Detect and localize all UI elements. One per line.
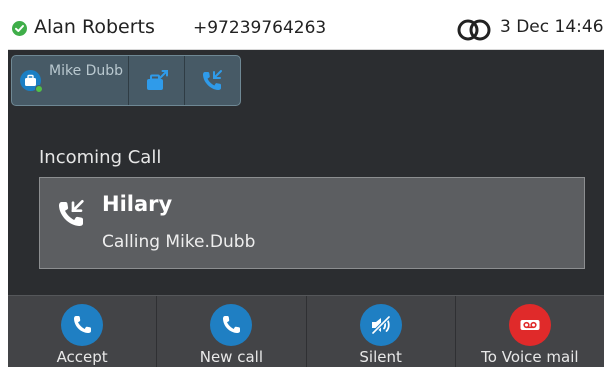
date-time: 3 Dec 14:46 — [500, 17, 604, 37]
rings-icon — [456, 19, 494, 45]
to-voice-mail-label: To Voice mail — [481, 348, 579, 366]
phone-icon — [61, 304, 104, 346]
briefcase-share-icon — [147, 70, 168, 90]
line-tabs-row: Mike Dubb — [8, 50, 604, 112]
new-call-button[interactable]: New call — [157, 296, 307, 367]
call-status-text: Calling Mike.Dubb — [102, 232, 256, 252]
presence-dot — [35, 85, 43, 93]
line-tabs: Mike Dubb — [11, 55, 241, 106]
incoming-call-title: Incoming Call — [39, 147, 162, 168]
check-circle-icon — [12, 21, 27, 36]
phone-screen: Alan Roberts +97239764263 3 Dec 14:46 Mi… — [8, 2, 604, 367]
user-name: Alan Roberts — [34, 16, 155, 38]
line-tab-mike-dubb[interactable]: Mike Dubb — [12, 56, 129, 105]
contact-icon — [20, 70, 43, 93]
voicemail-icon — [508, 304, 551, 346]
silent-label: Silent — [359, 348, 402, 366]
incoming-call-icon — [55, 198, 87, 234]
accept-button[interactable]: Accept — [8, 296, 158, 367]
to-voice-mail-button[interactable]: To Voice mail — [456, 296, 604, 367]
silent-button[interactable]: Silent — [307, 296, 456, 367]
incoming-call-icon — [203, 70, 222, 90]
line-tab-call[interactable] — [185, 56, 240, 105]
softkey-bar: Accept New call Silent To Voice mail — [8, 295, 604, 367]
status-bar: Alan Roberts +97239764263 3 Dec 14:46 — [8, 2, 604, 50]
caller-name: Hilary — [102, 192, 173, 216]
speaker-mute-icon — [359, 304, 402, 346]
accept-label: Accept — [56, 348, 108, 366]
line-tab-share[interactable] — [129, 56, 185, 105]
phone-icon — [210, 304, 253, 346]
user-number: +97239764263 — [193, 18, 327, 38]
incoming-call-card[interactable]: Hilary Calling Mike.Dubb — [39, 177, 585, 269]
line-tab-label: Mike Dubb — [49, 63, 124, 79]
new-call-label: New call — [199, 348, 263, 366]
